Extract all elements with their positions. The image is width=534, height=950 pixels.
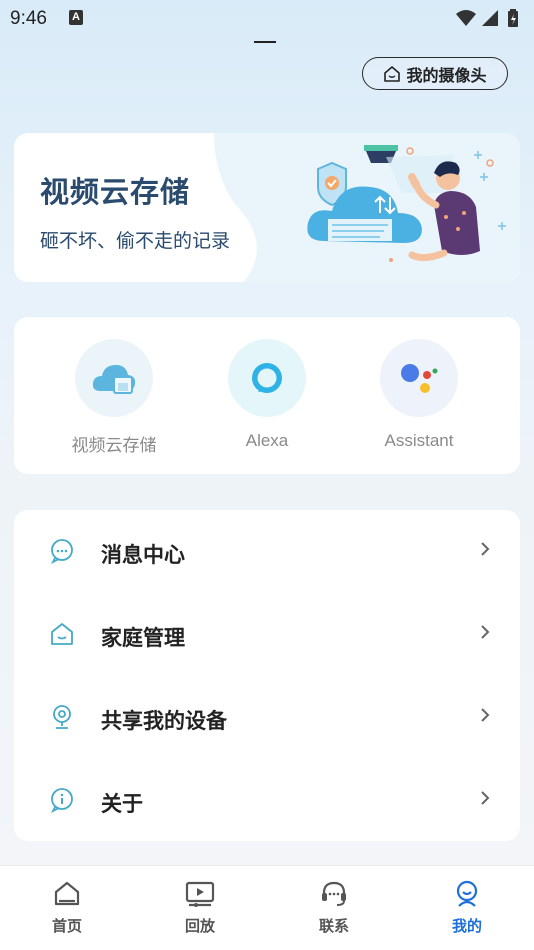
home-icon xyxy=(49,621,75,647)
chevron-right-icon xyxy=(480,541,490,562)
system-icons xyxy=(454,8,524,33)
alexa-icon xyxy=(228,339,306,417)
house-icon xyxy=(383,65,401,83)
tab-home[interactable]: 首页 xyxy=(37,880,97,936)
home-tab-icon xyxy=(53,881,81,912)
wifi-icon xyxy=(456,10,476,26)
service-cloud-storage[interactable]: 视频云存储 xyxy=(44,339,184,456)
message-icon xyxy=(49,538,75,565)
playback-icon xyxy=(185,881,215,912)
service-alexa[interactable]: Alexa xyxy=(197,339,337,451)
settings-menu: 消息中心 家庭管理 共享我的设备 关于 xyxy=(14,510,520,841)
battery-icon xyxy=(508,9,518,27)
my-camera-button[interactable]: 我的摄像头 xyxy=(362,57,508,90)
service-label: Alexa xyxy=(245,431,289,450)
profile-icon xyxy=(453,880,481,912)
chevron-right-icon xyxy=(480,624,490,645)
banner-title: 视频云存储 xyxy=(40,177,191,209)
menu-label: 家庭管理 xyxy=(101,627,185,650)
tab-label: 回放 xyxy=(184,918,215,935)
menu-label: 关于 xyxy=(101,793,143,816)
cloud-storage-icon xyxy=(75,339,153,417)
status-bar: 9:46 A xyxy=(0,0,534,36)
bottom-tab-bar: 首页 回放 联系 我的 xyxy=(0,865,534,950)
headset-icon xyxy=(319,881,349,912)
info-icon xyxy=(49,787,75,814)
chevron-right-icon xyxy=(480,790,490,811)
tab-label: 首页 xyxy=(51,918,82,935)
signal-icon xyxy=(482,10,498,26)
google-assistant-icon xyxy=(380,339,458,417)
tab-mine[interactable]: 我的 xyxy=(437,880,497,936)
menu-item-family-management[interactable]: 家庭管理 xyxy=(14,593,520,676)
service-label: 视频云存储 xyxy=(71,436,157,455)
cloud-person-illustration xyxy=(307,145,506,262)
tab-label: 我的 xyxy=(451,918,482,935)
my-camera-label: 我的摄像头 xyxy=(406,67,487,85)
cloud-storage-banner[interactable]: 视频云存储 砸不坏、偷不走的记录 xyxy=(14,133,520,282)
camera-share-icon xyxy=(49,704,75,730)
status-time: 9:46 xyxy=(10,8,47,29)
service-assistant[interactable]: Assistant xyxy=(349,339,489,451)
menu-label: 消息中心 xyxy=(101,544,185,567)
drag-handle xyxy=(254,41,276,43)
tab-contact[interactable]: 联系 xyxy=(304,880,364,936)
menu-item-about[interactable]: 关于 xyxy=(14,759,520,842)
menu-label: 共享我的设备 xyxy=(101,710,227,733)
tab-playback[interactable]: 回放 xyxy=(170,880,230,936)
menu-item-share-devices[interactable]: 共享我的设备 xyxy=(14,676,520,759)
services-panel: 视频云存储 Alexa Assistant xyxy=(14,317,520,474)
tab-label: 联系 xyxy=(318,918,349,935)
notification-a-icon: A xyxy=(69,10,83,25)
menu-item-message-center[interactable]: 消息中心 xyxy=(14,510,520,593)
service-label: Assistant xyxy=(384,431,454,450)
chevron-right-icon xyxy=(480,707,490,728)
banner-subtitle: 砸不坏、偷不走的记录 xyxy=(40,231,231,252)
